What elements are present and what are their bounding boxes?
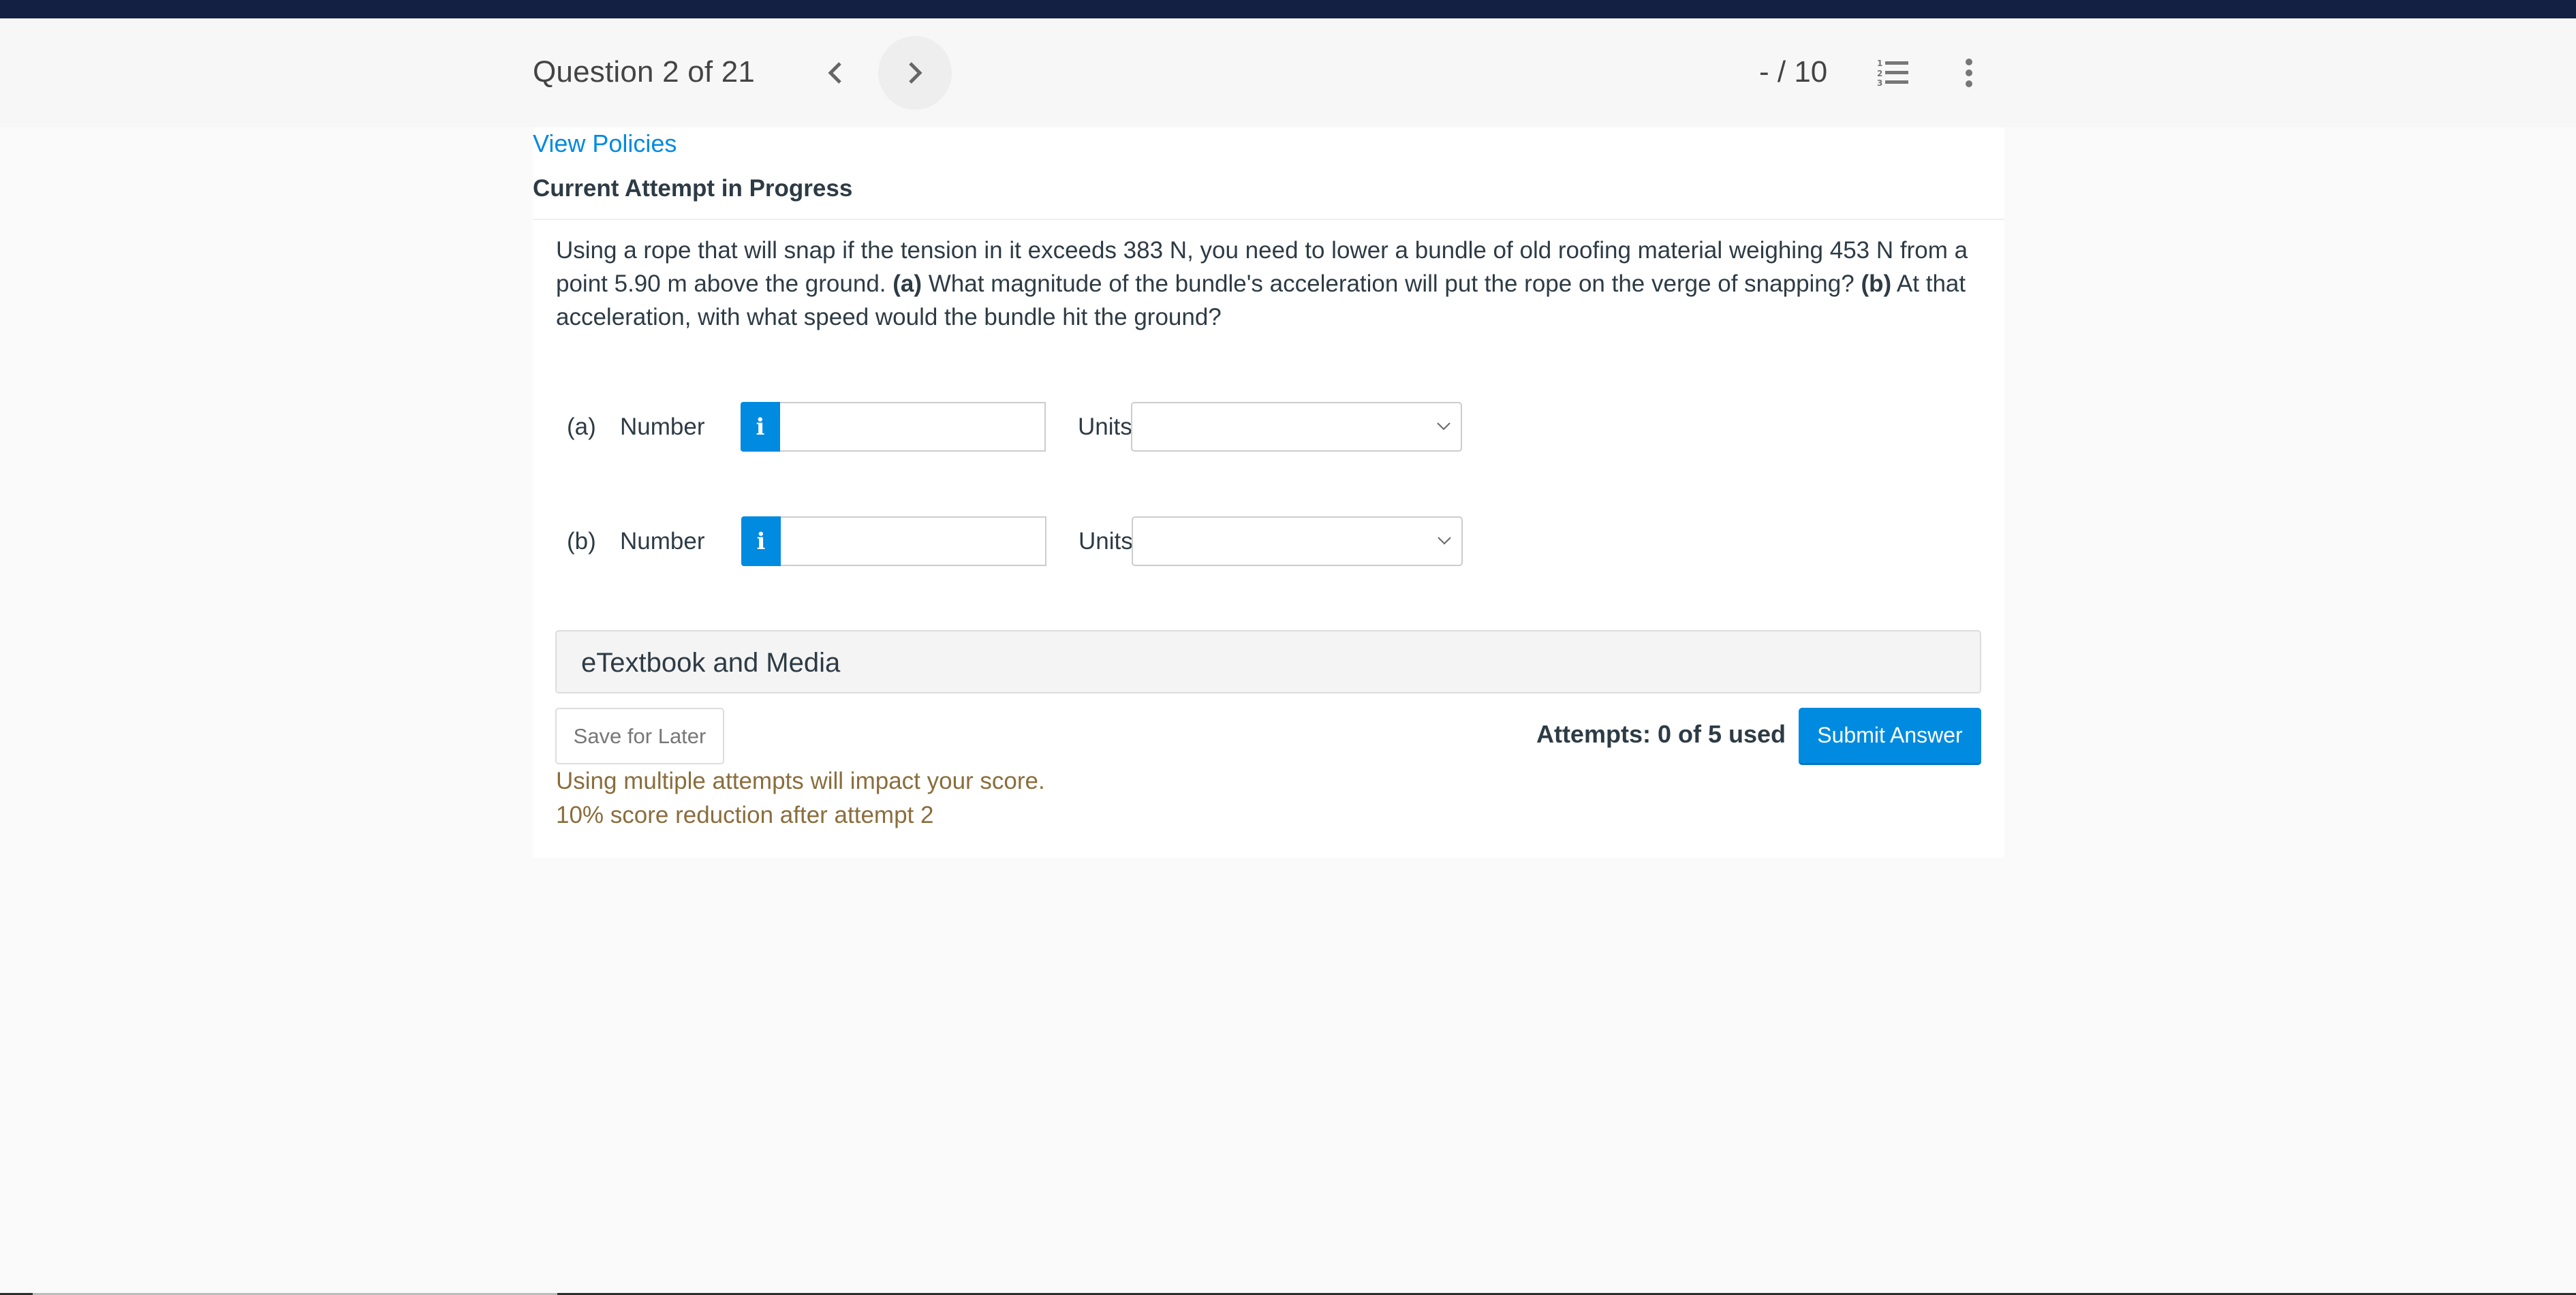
submit-answer-button[interactable]: Submit Answer	[1799, 708, 1981, 765]
etextbook-media-label: eTextbook and Media	[581, 648, 841, 678]
more-vertical-icon[interactable]	[1955, 57, 1983, 89]
previous-question-button[interactable]	[798, 36, 872, 110]
question-text: Using a rope that will snap if the tensi…	[556, 234, 1973, 334]
chevron-left-icon	[828, 62, 841, 84]
save-for-later-button[interactable]: Save for Later	[555, 708, 724, 764]
chevron-right-icon	[909, 62, 922, 84]
chevron-down-icon	[1437, 422, 1450, 431]
attempts-warning: Using multiple attempts will impact your…	[556, 768, 1045, 794]
score-reduction-notice: 10% score reduction after attempt 2	[556, 802, 934, 828]
svg-text:3: 3	[1877, 78, 1882, 87]
units-label: Units	[1078, 528, 1133, 555]
number-label: Number	[620, 528, 705, 555]
units-select-b[interactable]	[1132, 516, 1463, 566]
info-icon: i	[756, 527, 766, 555]
number-input-b[interactable]	[781, 516, 1046, 566]
numbered-list-icon[interactable]: 1 2 3	[1877, 59, 1910, 87]
question-text-part-2: What magnitude of the bundle's accelerat…	[922, 270, 1861, 297]
part-a-marker: (a)	[893, 270, 922, 297]
chevron-down-icon	[1438, 537, 1451, 545]
part-b-marker: (b)	[1861, 270, 1892, 297]
question-counter: Question 2 of 21	[533, 55, 756, 89]
view-policies-link[interactable]: View Policies	[533, 127, 677, 161]
score-display: - / 10	[1759, 55, 1828, 89]
svg-text:2: 2	[1877, 69, 1882, 78]
next-question-button[interactable]	[878, 36, 952, 110]
units-select-a[interactable]	[1131, 402, 1462, 452]
divider	[533, 219, 2004, 220]
answer-part-label: (b)	[567, 528, 596, 555]
question-header	[0, 18, 2576, 127]
units-label: Units	[1078, 414, 1132, 440]
number-input-a[interactable]	[780, 402, 1046, 452]
info-button[interactable]: i	[741, 516, 781, 566]
svg-text:1: 1	[1877, 59, 1882, 68]
answer-part-label: (a)	[567, 414, 596, 440]
number-label: Number	[620, 414, 705, 440]
attempt-status-title: Current Attempt in Progress	[533, 175, 853, 202]
etextbook-media-accordion[interactable]: eTextbook and Media	[555, 630, 1981, 693]
top-bar	[0, 0, 2576, 18]
info-button[interactable]: i	[741, 402, 780, 452]
attempts-counter: Attempts: 0 of 5 used	[1536, 720, 1786, 748]
info-icon: i	[756, 413, 765, 441]
